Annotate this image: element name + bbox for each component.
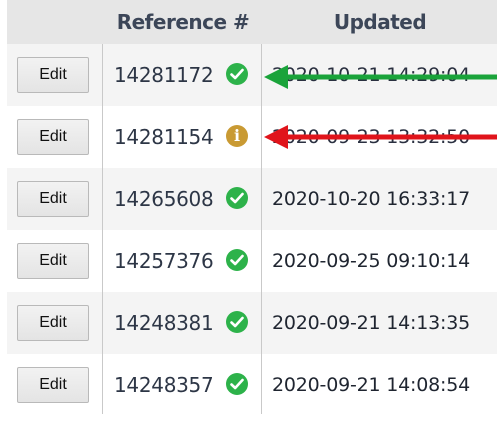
reference-number: 14281154	[114, 125, 214, 149]
table-row: Edit 14248381 2020-09-21 14:13:35	[7, 292, 497, 354]
updated-timestamp: 2020-09-21 14:08:54	[272, 374, 470, 396]
info-circle-icon: i	[226, 125, 248, 147]
table-row: Edit 14257376 2020-09-25 09:10:14	[7, 230, 497, 292]
edit-button[interactable]: Edit	[17, 119, 89, 155]
check-circle-icon	[226, 63, 248, 85]
reference-number: 14248381	[114, 311, 214, 335]
column-header-reference[interactable]: Reference #	[105, 0, 261, 44]
edit-button[interactable]: Edit	[17, 181, 89, 217]
column-divider	[102, 44, 103, 414]
table-header: Reference # Updated	[7, 0, 497, 44]
updated-timestamp: 2020-09-25 09:10:14	[272, 250, 470, 272]
edit-button[interactable]: Edit	[17, 57, 89, 93]
green-arrow-annotation	[264, 65, 497, 89]
check-circle-icon	[226, 187, 248, 209]
check-circle-icon	[226, 249, 248, 271]
check-circle-icon	[226, 311, 248, 333]
reference-number: 14257376	[114, 249, 214, 273]
updated-timestamp: 2020-09-21 14:13:35	[272, 312, 470, 334]
check-circle-icon	[226, 373, 248, 395]
reference-number: 14281172	[114, 63, 214, 87]
column-header-updated[interactable]: Updated	[263, 0, 497, 44]
edit-button[interactable]: Edit	[17, 305, 89, 341]
table-row: Edit 14248357 2020-09-21 14:08:54	[7, 354, 497, 414]
reference-number: 14265608	[114, 187, 214, 211]
updated-timestamp: 2020-10-20 16:33:17	[272, 188, 470, 210]
red-arrow-annotation	[264, 125, 497, 149]
column-divider	[261, 44, 262, 414]
edit-button[interactable]: Edit	[17, 367, 89, 403]
reference-number: 14248357	[114, 373, 214, 397]
table-row: Edit 14265608 2020-10-20 16:33:17	[7, 168, 497, 230]
edit-button[interactable]: Edit	[17, 243, 89, 279]
